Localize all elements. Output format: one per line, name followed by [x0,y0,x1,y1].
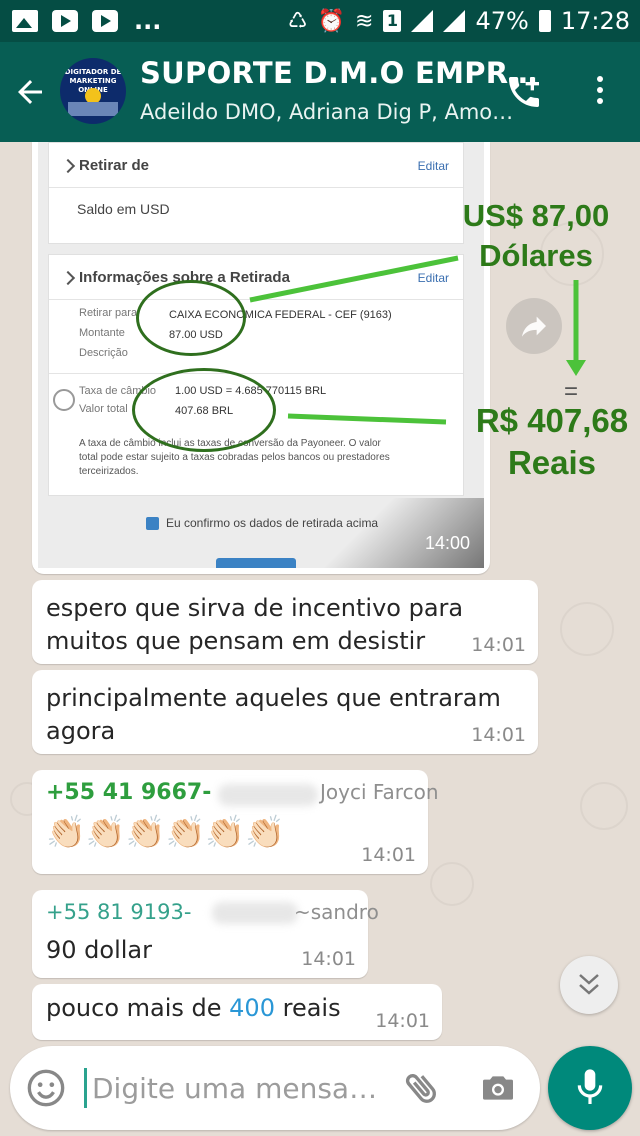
annotation-line-usd [249,255,459,303]
equals-annotation: = [564,378,579,405]
sender-alias: ~sandro [294,900,379,924]
scroll-to-bottom-button[interactable] [560,956,618,1014]
highlighted-number[interactable]: 400 [229,994,275,1022]
message-time: 14:01 [471,634,526,656]
redacted-number [212,902,298,924]
message-time: 14:01 [301,948,356,970]
message-input[interactable] [90,1064,394,1112]
sender-phone[interactable]: +55 81 9193- [46,900,191,924]
message-bubble[interactable]: espero que sirva de incentivo para muito… [32,580,538,664]
message-bubble[interactable]: pouco mais de 400 reais 14:01 [32,984,442,1040]
usd-label-annotation: Dólares [479,238,593,273]
camera-icon[interactable] [476,1068,520,1108]
message-text: 👏🏻👏🏻👏🏻👏🏻👏🏻👏🏻 [46,813,286,851]
confirm-checkbox [146,517,159,530]
sender-alias: Joyci Farcon [320,780,439,804]
double-chevron-down-icon [579,974,599,995]
emoji-icon[interactable] [26,1068,66,1108]
text-cursor [84,1068,87,1108]
sender-phone[interactable]: +55 41 9667- [46,780,211,805]
redacted-number [218,784,318,806]
message-text-end: reais [274,994,341,1022]
forward-icon [522,316,546,337]
message-time: 14:01 [375,1010,430,1032]
message-text: pouco mais de 400 reais [46,992,341,1025]
message-text: espero que sirva de incentivo para muito… [46,594,464,655]
message-time: 14:01 [471,724,526,746]
usd-amount-annotation: US$ 87,00 [462,198,610,233]
forward-button[interactable] [506,298,562,354]
annotation-arrow-head [566,360,586,376]
message-text-start: pouco mais de [46,994,230,1022]
message-text: principalmente aqueles que entraram agor… [46,684,501,745]
microphone-icon [577,1069,603,1104]
message-time: 14:00 [424,533,470,553]
brl-label-annotation: Reais [507,444,597,481]
voice-record-button[interactable] [548,1046,632,1130]
message-composer [10,1046,540,1130]
message-bubble[interactable]: +55 41 9667- Joyci Farcon 👏🏻👏🏻👏🏻👏🏻👏🏻👏🏻 1… [32,770,439,874]
annotation-line-brl [287,413,447,425]
paperclip-icon[interactable] [402,1068,442,1108]
brl-amount-annotation: R$ 407,68 [475,402,629,439]
message-bubble[interactable]: +55 81 9193- ~sandro 90 dollar 14:01 [32,890,379,978]
message-time: 14:01 [361,844,416,866]
message-bubble[interactable]: principalmente aqueles que entraram agor… [32,670,538,754]
message-text: 90 dollar [46,936,152,964]
